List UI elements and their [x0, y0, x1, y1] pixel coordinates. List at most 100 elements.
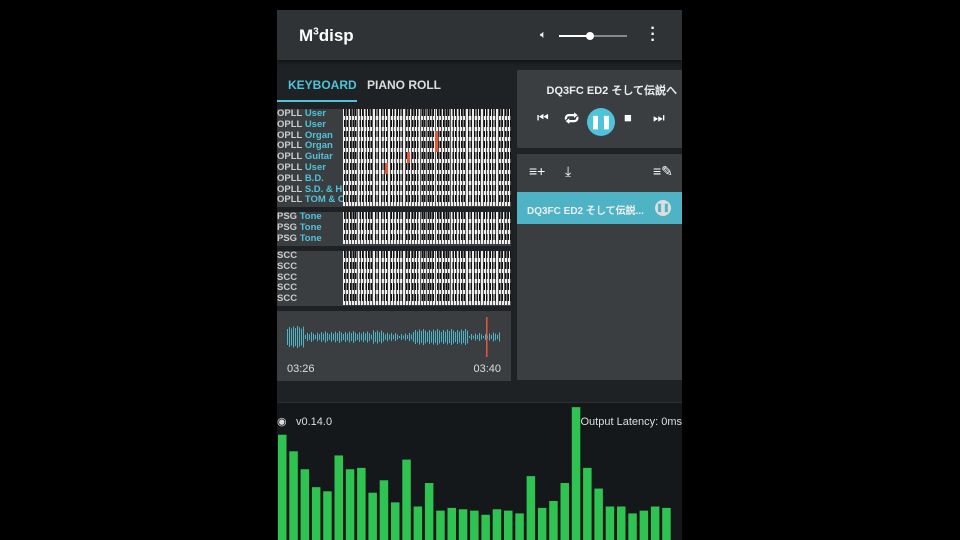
spectrum-bar — [549, 500, 558, 540]
spectrum-bar — [560, 483, 569, 540]
waveform-bar — [301, 328, 302, 346]
waveform-bar — [383, 332, 384, 342]
chip-type: OPLL — [277, 172, 303, 184]
playhead[interactable] — [486, 317, 488, 357]
waveform-bar — [387, 332, 388, 342]
waveform-bar — [469, 336, 470, 338]
waveform-bar — [419, 329, 420, 345]
instrument-name: User — [304, 109, 326, 119]
elapsed-time: 03:26 — [287, 363, 315, 375]
spectrum-bar — [458, 509, 468, 540]
active-note — [435, 141, 439, 153]
waveform-bar — [479, 333, 480, 341]
waveform-seekbar[interactable]: 03:26 03:40 — [277, 311, 511, 381]
download-icon[interactable]: ⤓ — [565, 163, 571, 180]
waveform-bar — [365, 333, 366, 341]
instrument-name: Tone — [299, 221, 322, 233]
chip-type: OPLL — [277, 161, 303, 173]
next-button[interactable]: ⏭︎ — [653, 110, 665, 126]
waveform-bar — [425, 330, 426, 344]
waveform-bar — [313, 333, 314, 341]
spectrum-bar — [447, 507, 456, 540]
waveform-bar — [475, 333, 476, 341]
waveform-bar — [451, 329, 452, 345]
waveform-bar — [399, 336, 400, 338]
chip-type: SCC — [277, 260, 298, 272]
waveform-bar — [343, 334, 344, 340]
opll-keyboard-panel: OPLL User OPLL User OPLL Organ OPLL Organ OP… — [277, 109, 511, 207]
tab-keyboard[interactable]: KEYBOARD — [288, 78, 357, 92]
playlist-item-pause-icon[interactable]: ❚❚ — [655, 200, 671, 216]
waveform-bar — [497, 334, 498, 340]
channel-keyboard — [343, 141, 511, 153]
more-menu-icon[interactable]: · · · — [647, 21, 659, 49]
waveform-bar — [413, 332, 414, 342]
instrument-name: B.D. — [304, 172, 324, 184]
channel-keyboard — [343, 222, 511, 234]
waveform-bar — [427, 332, 428, 342]
tab-piano-roll[interactable]: PIANO ROLL — [367, 78, 441, 92]
waveform-bar — [299, 327, 300, 347]
channel-labels: PSG Tone PSG Tone PSG Tone — [277, 212, 343, 244]
waveform-bar — [459, 331, 460, 343]
waveform-bar — [293, 326, 294, 348]
spectrum-bar — [583, 467, 592, 540]
add-to-playlist-icon[interactable]: ≡+ — [529, 163, 545, 179]
spectrum-bar — [650, 506, 660, 540]
waveform-bar — [489, 333, 490, 341]
playlist-item[interactable]: DQ3FC ED2 そして伝説... ❚❚ — [517, 192, 682, 224]
waveform-bar — [449, 331, 450, 343]
channel-keyboard — [343, 184, 511, 196]
github-icon[interactable]: ◉ — [277, 415, 287, 428]
channel-keyboard — [343, 109, 511, 120]
footer: ◉ v0.14.0 Output Latency: 0ms — [277, 402, 682, 540]
waveform-bar — [307, 332, 308, 342]
waveform-bar — [411, 334, 412, 340]
instrument-name: Organ — [304, 140, 333, 152]
waveform-bar — [335, 331, 336, 343]
waveform-bar — [391, 333, 392, 341]
waveform-bar — [309, 334, 310, 340]
waveform-bar — [337, 333, 338, 341]
previous-button[interactable]: ⏮︎ — [537, 110, 549, 126]
waveform-bar — [389, 334, 390, 340]
chip-type: OPLL — [277, 183, 303, 195]
instrument-name: Tone — [299, 232, 322, 244]
waveform-bar — [385, 334, 386, 340]
spectrum-bar — [402, 459, 411, 540]
top-bar: M3disp 🔈︎ · · · — [277, 10, 682, 60]
waveform-bar — [421, 331, 422, 343]
waveform-bar — [375, 332, 376, 342]
spectrum-bar — [492, 509, 502, 540]
channel-keyboard — [343, 162, 511, 174]
waveform-bar — [393, 334, 394, 340]
pause-button[interactable]: ❚❚ — [587, 108, 615, 136]
now-playing-title: DQ3FC ED2 そして伝説へ — [546, 85, 677, 97]
waveform-bar — [361, 333, 362, 341]
chip-type: OPLL — [277, 151, 303, 163]
playlist-panel: ≡+ ⤓ ≡✎ DQ3FC ED2 そして伝説... ❚❚ — [517, 154, 682, 380]
spectrum-bar — [481, 514, 490, 540]
edit-playlist-icon[interactable]: ≡✎ — [653, 163, 673, 180]
spectrum-bar — [436, 510, 445, 540]
waveform-bar — [295, 328, 296, 346]
spectrum-bar — [537, 507, 547, 540]
waveform-bar — [401, 334, 402, 340]
waveform-bar — [319, 334, 320, 340]
spectrum-bar — [504, 510, 513, 540]
waveform-bar — [447, 329, 448, 345]
waveform-bar — [355, 332, 356, 342]
waveform-bar — [287, 329, 288, 345]
stop-button[interactable]: ■ — [624, 110, 632, 125]
waveform-bar — [317, 332, 318, 342]
repeat-button[interactable]: 🔁︎ — [564, 108, 579, 130]
waveform-bar — [499, 332, 500, 342]
waveform-bar — [471, 334, 472, 340]
volume-icon[interactable]: 🔈︎ — [540, 29, 547, 42]
waveform-bar — [333, 333, 334, 341]
keyboards — [343, 251, 511, 306]
volume-slider[interactable] — [559, 32, 627, 40]
waveform-bar — [377, 330, 378, 344]
waveform-bar — [297, 325, 298, 349]
waveform-graph[interactable] — [287, 317, 501, 357]
